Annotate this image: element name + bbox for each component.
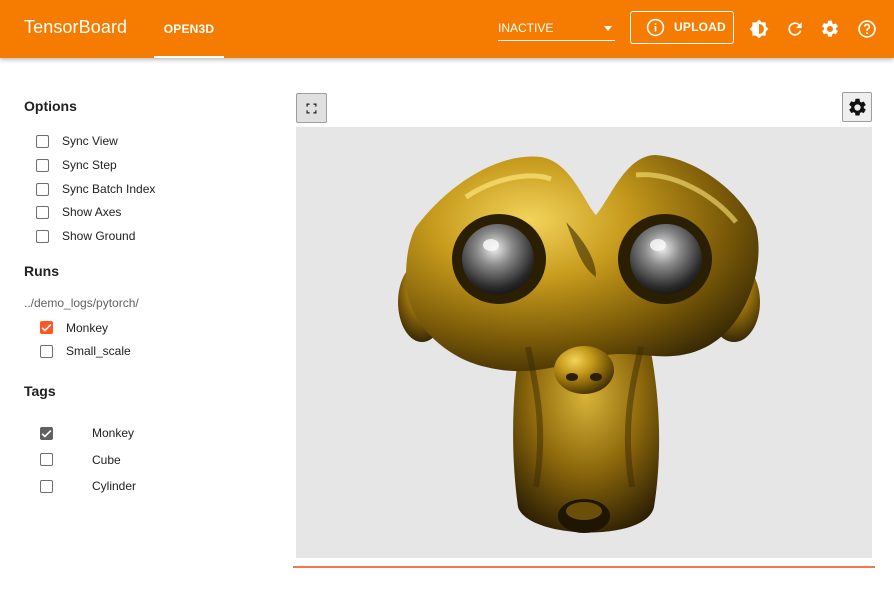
upload-label: UPLOAD <box>674 20 726 34</box>
info-icon <box>646 18 665 37</box>
tag-cylinder-checkbox[interactable] <box>40 480 53 493</box>
tag-cube-checkbox[interactable] <box>40 453 53 466</box>
app-title: TensorBoard <box>24 17 128 37</box>
check-icon <box>41 323 52 332</box>
active-tab-indicator <box>154 56 224 58</box>
show-axes-label: Show Axes <box>62 205 122 219</box>
fullscreen-icon <box>306 103 317 114</box>
check-icon <box>41 429 52 438</box>
sync-step-label: Sync Step <box>62 158 117 172</box>
run-small-scale-checkbox[interactable] <box>40 345 53 358</box>
3d-viewer-canvas[interactable] <box>296 127 872 558</box>
fullscreen-button[interactable] <box>296 93 327 123</box>
tag-cylinder-label: Cylinder <box>92 479 137 493</box>
sync-view-checkbox[interactable] <box>36 135 49 148</box>
runs-title: Runs <box>24 263 59 279</box>
theme-toggle-icon[interactable] <box>749 19 769 39</box>
tab-open3d[interactable]: OPEN3D <box>154 0 224 58</box>
refresh-icon[interactable] <box>785 19 805 39</box>
top-app-bar: TensorBoard OPEN3D INACTIVE UPLOAD <box>0 0 894 58</box>
sync-view-label: Sync View <box>62 134 118 148</box>
chevron-down-icon <box>604 26 612 31</box>
gear-icon <box>849 98 866 116</box>
tag-cube-label: Cube <box>92 453 121 467</box>
show-axes-checkbox[interactable] <box>36 206 49 219</box>
help-icon[interactable] <box>857 19 877 39</box>
run-small-scale-label: Small_scale <box>66 344 131 358</box>
settings-icon[interactable] <box>820 19 840 39</box>
upload-button[interactable]: UPLOAD <box>630 11 734 44</box>
tags-title: Tags <box>24 383 56 399</box>
sync-batch-index-checkbox[interactable] <box>36 183 49 196</box>
run-status-value: INACTIVE <box>498 21 554 35</box>
show-ground-label: Show Ground <box>62 229 136 243</box>
run-monkey-label: Monkey <box>66 321 109 335</box>
sync-step-checkbox[interactable] <box>36 159 49 172</box>
monkey-model-render <box>398 155 760 533</box>
show-ground-checkbox[interactable] <box>36 230 49 243</box>
viewer-settings-button[interactable] <box>842 92 872 122</box>
runs-path: ../demo_logs/pytorch/ <box>24 296 139 310</box>
run-status-select[interactable]: INACTIVE <box>498 16 615 41</box>
tag-monkey-checkbox[interactable] <box>40 427 53 440</box>
sync-batch-index-label: Sync Batch Index <box>62 182 156 196</box>
run-monkey-checkbox[interactable] <box>40 321 53 334</box>
options-title: Options <box>24 98 77 114</box>
tag-monkey-label: Monkey <box>92 426 135 440</box>
loading-progress-bar <box>293 566 875 568</box>
tab-open3d-label: OPEN3D <box>163 22 215 36</box>
